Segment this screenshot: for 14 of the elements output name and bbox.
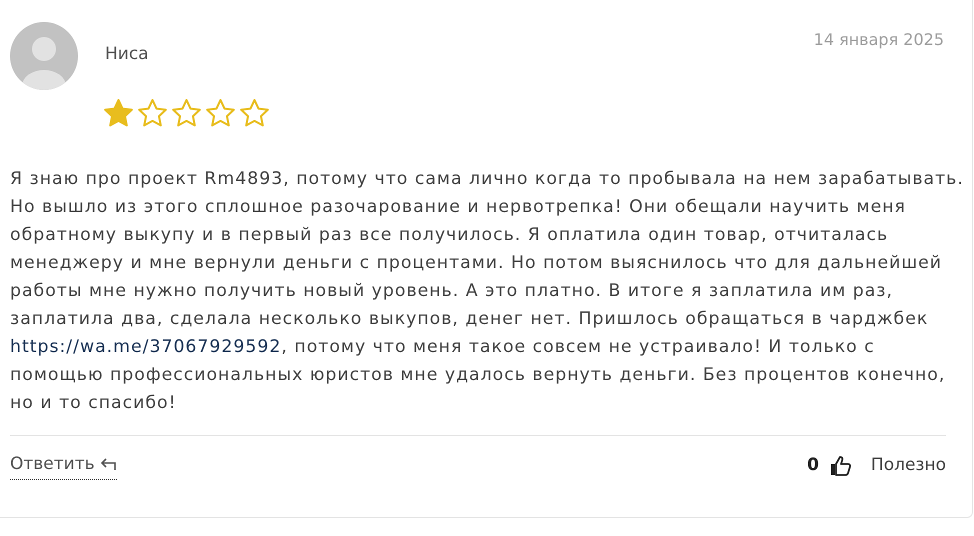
- reply-link[interactable]: Ответить: [10, 452, 117, 480]
- star-icon: [103, 98, 134, 128]
- star-icon: [205, 98, 236, 128]
- author-name: Ниса: [105, 43, 149, 66]
- review-date: 14 января 2025: [814, 29, 944, 51]
- thumbs-up-icon[interactable]: [828, 454, 853, 478]
- helpful-count: 0: [807, 454, 819, 477]
- reply-arrow-icon: [98, 457, 117, 472]
- phone-link[interactable]: https://wa.me/37067929592: [10, 336, 282, 356]
- star-icon: [137, 98, 168, 128]
- star-icon: [239, 98, 270, 128]
- review-text: Я знаю про проект Rm4893, потому что сама лично когда то пробывала на нем зарабатывать. Но вышло из этого сплошное разочарование и нервотрепка! Они обещали научить меня обратному выкупу и в первый раз все получилось. Я оплатила один товар, отчиталась менеджеру и мне вернули деньги с процентами. Но потом выяснилось что для дальнейшей работы мне нужно получить новый уровень. А это платно. В итоге я заплатила им раз, заплатила два, сделала несколько выкупов, денег нет. Пришлось обращаться в чарджбек https://wa.me/37067929592, потому что меня такое совсем не устраивало! И только с помощью профессиональных юристов мне удалось вернуть деньги. Без процентов конечно, но и то спасибо!: [10, 168, 965, 414]
- helpful-label[interactable]: Полезно: [870, 453, 946, 478]
- star-icon: [171, 98, 202, 128]
